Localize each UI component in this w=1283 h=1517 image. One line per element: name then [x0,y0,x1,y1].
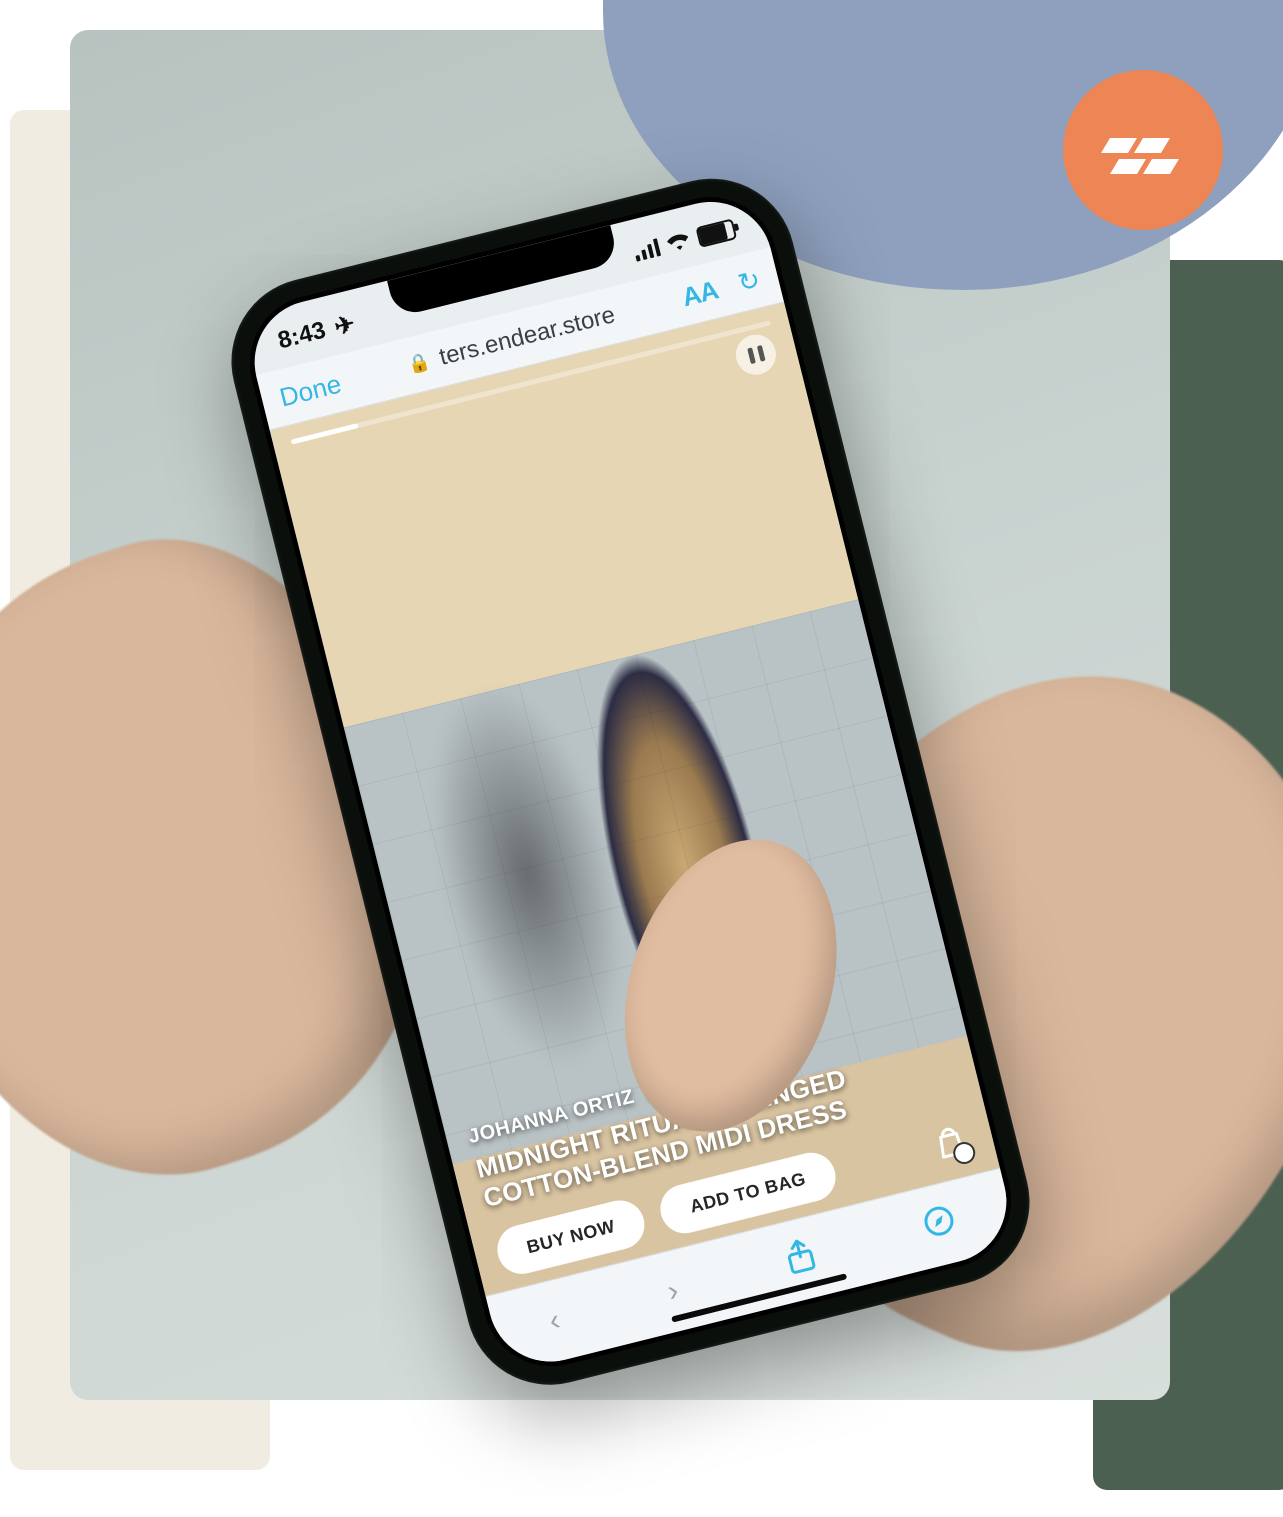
open-in-safari-button[interactable] [919,1201,960,1248]
brand-logo-badge [1063,70,1223,230]
done-button[interactable]: Done [276,367,344,412]
brand-logo-icon [1098,105,1188,195]
back-button[interactable]: ‹ [545,1303,563,1338]
status-time: 8:43 [275,316,328,355]
cellular-signal-icon [632,238,661,262]
wifi-icon [665,230,691,253]
lock-icon: 🔒 [405,350,432,376]
compass-icon [919,1201,958,1240]
reader-aa-button[interactable]: AA [678,274,720,313]
pause-icon [746,347,755,364]
battery-icon [695,217,737,247]
location-services-icon: ✈︎ [331,308,358,341]
forward-button[interactable]: › [664,1273,682,1308]
reload-button[interactable]: ↻ [734,263,763,298]
share-button[interactable] [781,1235,820,1283]
share-icon [781,1235,818,1275]
